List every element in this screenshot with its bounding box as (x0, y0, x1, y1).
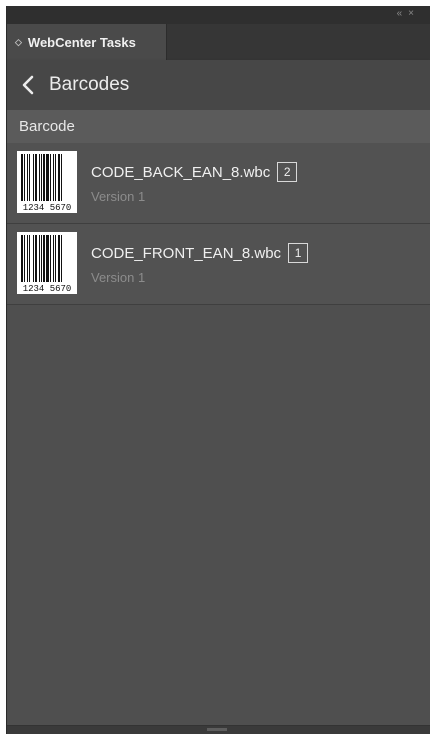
version-label: Version 1 (91, 270, 146, 285)
list-item[interactable]: 1234 5670 CODE_FRONT_EAN_8.wbc 1 Version… (7, 224, 430, 305)
barcode-thumbnail: 1234 5670 (17, 151, 77, 213)
chevron-left-icon (22, 75, 34, 95)
barcode-filename: CODE_BACK_EAN_8.wbc (91, 163, 271, 181)
list-item[interactable]: 1234 5670 CODE_BACK_EAN_8.wbc 2 Version … (7, 143, 430, 224)
page-header: Barcodes (7, 60, 430, 110)
barcode-digits: 1234 5670 (23, 203, 72, 213)
tab-bar: ◇ WebCenter Tasks (7, 24, 430, 60)
back-button[interactable] (21, 75, 41, 95)
barcode-digits: 1234 5670 (23, 284, 72, 294)
close-panel-icon[interactable]: × (408, 8, 420, 19)
collapse-panel-icon[interactable]: « (397, 8, 409, 19)
webcenter-panel: «× ◇ WebCenter Tasks Barcodes Barcode 12… (6, 6, 430, 734)
tab-grip-icon: ◇ (15, 36, 22, 47)
barcode-list: 1234 5670 CODE_BACK_EAN_8.wbc 2 Version … (7, 143, 430, 305)
tab-webcenter-tasks[interactable]: ◇ WebCenter Tasks (7, 24, 167, 60)
barcode-filename: CODE_FRONT_EAN_8.wbc (91, 244, 282, 262)
count-badge: 2 (277, 162, 298, 182)
version-label: Version 1 (91, 189, 146, 204)
tab-label: WebCenter Tasks (27, 34, 136, 50)
resize-handle[interactable] (207, 728, 227, 731)
barcode-thumbnail: 1234 5670 (17, 232, 77, 294)
page-title: Barcodes (49, 74, 130, 95)
panel-title-bar: «× (7, 6, 430, 24)
count-badge: 1 (288, 243, 309, 263)
section-header: Barcode (7, 110, 430, 143)
panel-footer (7, 725, 430, 734)
